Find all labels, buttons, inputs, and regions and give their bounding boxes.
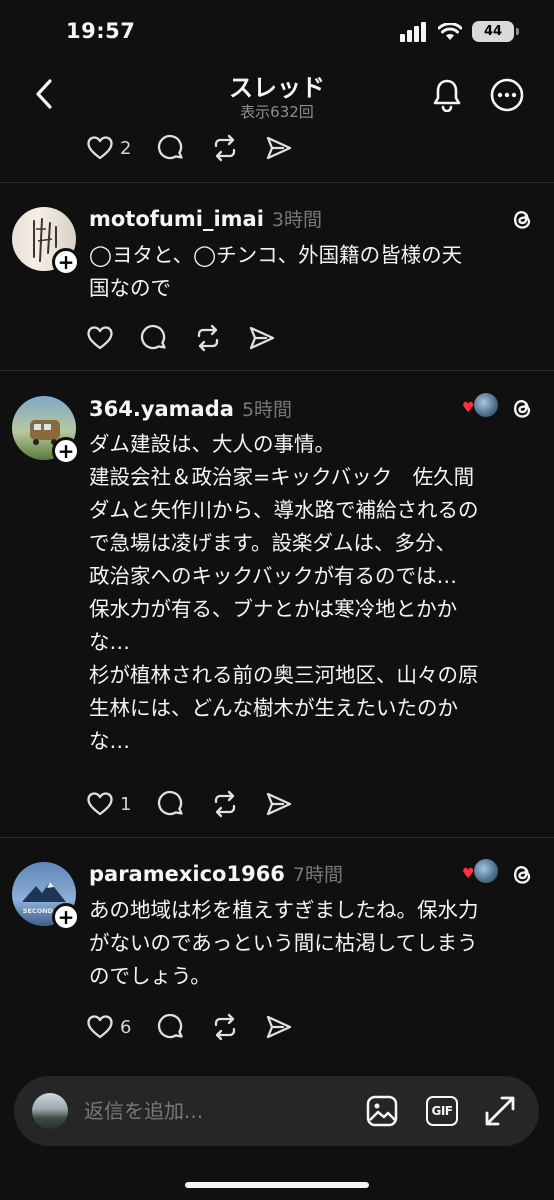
comment-button[interactable]	[140, 324, 168, 352]
share-button[interactable]	[265, 1013, 293, 1041]
repost-icon	[197, 324, 219, 352]
post-text-content: ダム建設は、大人の事情。 建設会社＆政治家=キックバック 佐久間 ダムと矢作川か…	[89, 432, 479, 753]
reply-composer: GIF	[14, 1076, 539, 1146]
more-options-button[interactable]	[487, 75, 527, 115]
divider	[0, 182, 554, 183]
timestamp: 7時間	[292, 864, 344, 886]
like-button[interactable]	[86, 325, 114, 351]
image-icon	[366, 1095, 398, 1127]
like-button[interactable]: 6	[86, 1014, 131, 1040]
thread-screen: 19:57 44 スレッド 表示632回 2 + motofumi_imai 3…	[0, 0, 554, 1200]
repost-button[interactable]	[194, 324, 222, 352]
share-icon	[267, 792, 292, 816]
status-indicators: 44	[400, 21, 519, 42]
timestamp: 3時間	[271, 209, 322, 231]
timestamp: 5時間	[241, 399, 293, 421]
like-count: 6	[120, 1016, 132, 1038]
comment-icon	[158, 790, 184, 816]
post-header: motofumi_imai 3時間	[89, 205, 322, 232]
share-icon	[249, 326, 275, 350]
post-actions: 1	[86, 787, 319, 821]
reply-input[interactable]	[84, 1095, 344, 1127]
threads-icon[interactable]	[507, 859, 537, 889]
post-text: ダム建設は、大人の事情。 建設会社＆政治家=キックバック 佐久間 ダムと矢作川か…	[89, 428, 541, 758]
expand-icon	[485, 1096, 515, 1126]
username[interactable]: motofumi_imai	[89, 207, 264, 231]
share-button[interactable]	[265, 134, 293, 162]
gif-icon: GIF	[426, 1096, 458, 1126]
heart-icon	[87, 136, 113, 160]
comment-icon	[140, 324, 166, 350]
gif-button[interactable]: GIF	[424, 1093, 460, 1129]
post-text-content: あの地域は杉を植えすぎましたね。保水力 がないのであっという間に枯渇してしまう …	[89, 898, 479, 988]
comment-icon	[158, 134, 184, 160]
comment-button[interactable]	[157, 1013, 185, 1041]
battery-indicator: 44	[472, 21, 519, 42]
like-count: 1	[120, 793, 132, 815]
like-count: 2	[120, 137, 132, 159]
post-actions	[86, 321, 302, 355]
repost-icon	[215, 790, 236, 818]
comment-button[interactable]	[157, 134, 185, 162]
status-bar: 19:57 44	[0, 0, 554, 64]
post-header: 364.yamada 5時間	[89, 395, 292, 422]
author-liked-heart-icon: ♥	[462, 400, 475, 416]
author-liked-heart-icon: ♥	[462, 866, 475, 882]
header: スレッド 表示632回	[0, 60, 554, 132]
username[interactable]: 364.yamada	[89, 397, 234, 421]
notification-button[interactable]	[427, 75, 467, 115]
share-icon	[267, 136, 292, 160]
share-button[interactable]	[265, 790, 293, 818]
repost-button[interactable]	[211, 1013, 239, 1041]
threads-icon[interactable]	[507, 393, 537, 423]
follow-plus-button[interactable]: +	[52, 437, 80, 465]
like-button[interactable]: 2	[86, 135, 131, 161]
heart-icon	[87, 792, 113, 816]
divider	[0, 837, 554, 838]
top-post-actions: 2	[86, 131, 319, 165]
more-icon	[490, 78, 524, 112]
repost-button[interactable]	[211, 790, 239, 818]
repost-icon	[215, 1013, 236, 1041]
signal-icon	[400, 21, 426, 42]
status-time: 19:57	[66, 19, 136, 43]
repost-button[interactable]	[211, 134, 239, 162]
heart-icon	[87, 326, 113, 350]
divider	[0, 370, 554, 371]
bell-icon	[433, 79, 461, 112]
post-text-content: ◯ヨタと、◯チンコ、外国籍の皆様の天 国なので	[89, 243, 463, 300]
post-actions: 6	[86, 1010, 319, 1044]
follow-plus-button[interactable]: +	[52, 903, 80, 931]
author-liked-avatar	[474, 393, 498, 417]
repost-icon	[215, 134, 236, 162]
expand-button[interactable]	[482, 1093, 518, 1129]
wifi-icon	[438, 22, 462, 40]
comment-button[interactable]	[157, 790, 185, 818]
post-text: あの地域は杉を植えすぎましたね。保水力 がないのであっという間に枯渇してしまう …	[89, 894, 541, 993]
comment-icon	[158, 1013, 184, 1039]
post-text: ◯ヨタと、◯チンコ、外国籍の皆様の天 国なので	[89, 239, 541, 305]
my-avatar	[32, 1093, 68, 1129]
heart-icon	[87, 1015, 113, 1039]
threads-icon[interactable]	[507, 204, 537, 234]
like-button[interactable]: 1	[86, 791, 131, 817]
author-liked-avatar	[474, 859, 498, 883]
share-icon	[267, 1015, 292, 1039]
home-indicator	[185, 1182, 369, 1188]
share-button[interactable]	[248, 324, 276, 352]
image-button[interactable]	[364, 1093, 400, 1129]
page-title: スレッド	[229, 74, 325, 102]
follow-plus-button[interactable]: +	[52, 248, 80, 276]
view-count: 表示632回	[240, 103, 314, 121]
username[interactable]: paramexico1966	[89, 862, 285, 886]
post-header: paramexico1966 7時間	[89, 860, 343, 887]
